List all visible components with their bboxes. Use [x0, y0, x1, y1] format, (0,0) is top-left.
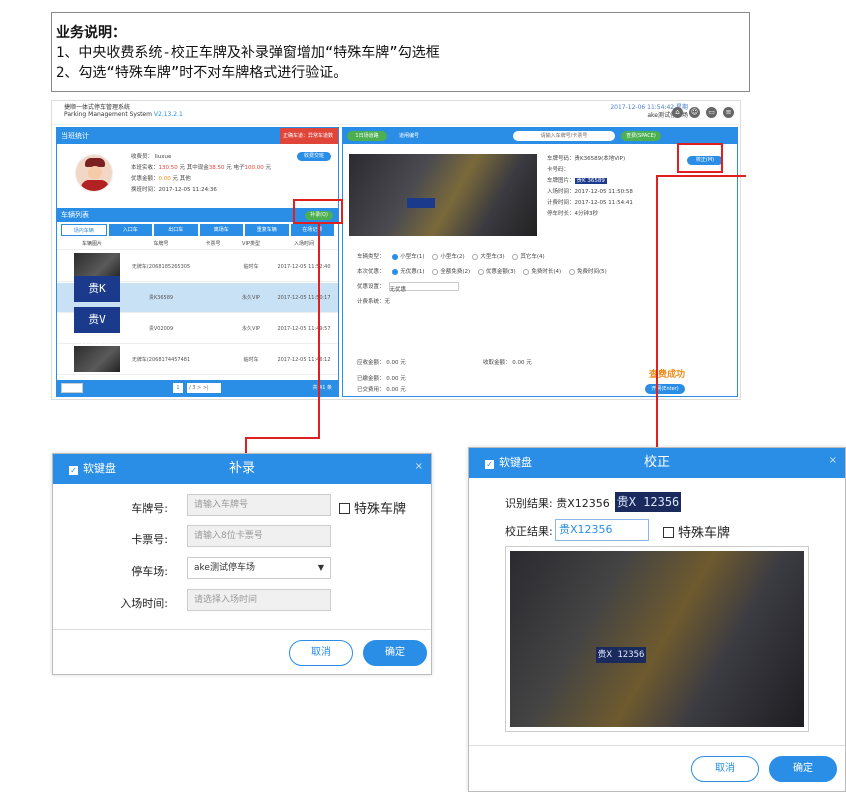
avatar	[75, 154, 113, 192]
gate-tab[interactable]: 道闸编号	[399, 131, 419, 141]
table-row[interactable]: 无牌车(2068174457481 临时车 2017-12-05 11:46:1…	[57, 345, 338, 375]
correction-result-label: 校正结果:	[505, 525, 553, 538]
description-line-1: 1、中央收费系统-校正车牌及补录弹窗增加“特殊车牌”勾选框	[56, 45, 440, 61]
supplement-dialog: ✓ 软键盘 补录 × 车牌号: 请输入车牌号 特殊车牌 卡票号: 请输入8位卡票号…	[52, 453, 432, 675]
recognition-result: 识别结果: 贵X12356	[505, 497, 610, 510]
plate-search-input[interactable]: 请输入车牌号/卡票号	[513, 131, 615, 141]
plate-label: 车牌号:	[131, 502, 168, 515]
shift-handover-button[interactable]: 收费交班	[297, 152, 331, 161]
lot-label: 停车场:	[131, 565, 168, 578]
entry-time-label: 入场时间:	[120, 597, 168, 610]
cancel-button[interactable]: 取消	[289, 640, 353, 666]
photo-plate: 贵X 12356	[596, 647, 646, 663]
correction-input[interactable]: 贵X12356	[555, 519, 649, 541]
menu-icon[interactable]: ≡	[723, 107, 734, 118]
dialog-title: 补录	[228, 461, 255, 476]
tab-entry[interactable]: 入口车	[108, 224, 152, 236]
table-header: 车辆图片 车牌号 卡票号 VIP类型 入场时间	[57, 238, 338, 250]
radio-discount-4[interactable]	[523, 268, 530, 275]
divider	[53, 629, 431, 630]
plate-input[interactable]: 请输入车牌号	[187, 494, 331, 516]
parking-app-window: 捷顺一体式停车管理系统 Parking Management System V2…	[51, 100, 741, 400]
description-line-2: 2、勾选“特殊车牌”时不对车牌格式进行验证。	[56, 65, 348, 81]
supplement-highlight	[293, 199, 343, 224]
confirm-button[interactable]: 确定	[769, 756, 837, 782]
page-size-select[interactable]	[61, 383, 83, 393]
window-icon[interactable]: ▭	[706, 107, 717, 118]
close-icon[interactable]: ×	[415, 461, 423, 472]
lane-button[interactable]: 1日场道路	[347, 131, 387, 141]
radio-vehicle-3[interactable]	[472, 253, 479, 260]
app-name: 捷顺一体式停车管理系统 Parking Management System V2…	[64, 104, 183, 118]
cancel-button[interactable]: 取消	[691, 756, 759, 782]
left-pane: 当班统计 正确车道：异常车道数量： 收费员： liuxue 本班实收：130.5…	[56, 127, 339, 397]
special-plate-checkbox[interactable]: 特殊车牌	[339, 498, 406, 517]
tab-in-lot[interactable]: 场内车辆	[61, 224, 107, 236]
page-number[interactable]: 1	[173, 383, 183, 393]
connector-line	[318, 224, 320, 439]
home-icon[interactable]: ⌂	[672, 107, 683, 118]
vehicle-thumbnail: 贵K 36589	[74, 275, 120, 321]
special-plate-checkbox[interactable]: 特殊车牌	[663, 522, 730, 541]
tab-records[interactable]: 在场记录	[290, 224, 334, 236]
fee-summary: 应收金额： 0.00 元 已缴金额： 0.00 元 已交费用： 0.00 元	[357, 360, 406, 393]
radio-discount-5[interactable]	[568, 268, 575, 275]
entry-time-input[interactable]: 请选择入场时间	[187, 589, 331, 611]
camera-photo-frame: 贵X 12356	[505, 546, 809, 732]
tab-left[interactable]: 离场车	[199, 224, 243, 236]
radio-vehicle-2[interactable]	[432, 253, 439, 260]
table-row[interactable]: 贵V 02009 贵V02009 永久VIP 2017-12-05 11:49:…	[57, 306, 338, 352]
tab-exit[interactable]: 出口车	[154, 224, 198, 236]
close-icon[interactable]: ×	[829, 455, 837, 466]
dialog-header: ✓ 软键盘 补录 ×	[53, 454, 431, 484]
camera-photo: 贵X 12356	[510, 551, 804, 727]
pager: 1 / 3 > >| 共 41 条	[57, 380, 338, 396]
card-input[interactable]: 请输入8位卡票号	[187, 525, 331, 547]
fee-success-text: 查费成功	[649, 370, 686, 380]
vehicle-info: 车牌号码：贵K36589(本地VIP) 卡号码： 车牌图片： 贵K 36589 入…	[547, 156, 633, 217]
radio-vehicle-1[interactable]	[392, 253, 399, 260]
vehicle-tabs: 场内车辆 入口车 出口车 离场车 重复车辆 在场记录	[57, 224, 338, 236]
open-gate-button[interactable]: 开闸(Enter)	[645, 384, 685, 394]
app-top-bar: 捷顺一体式停车管理系统 Parking Management System V2…	[52, 101, 740, 125]
chevron-down-icon: ▼	[317, 563, 324, 572]
fee-form: 车辆类型： 小型车(1) 小型车(2) 大型车(3) 其它车(4) 本次优惠： …	[357, 253, 607, 305]
dialog-title: 校正	[643, 455, 670, 470]
correction-dialog: ✓ 软键盘 校正 × 识别结果: 贵X12356 贵X 12356 校正结果: 贵…	[468, 447, 846, 792]
camera-image	[349, 154, 537, 236]
tab-duplicate[interactable]: 重复车辆	[245, 224, 289, 236]
page-nav[interactable]: / 3 > >|	[187, 383, 221, 393]
pager-total: 共 41 条	[312, 385, 332, 391]
correct-highlight	[677, 143, 723, 173]
plate-image: 贵K 36589	[574, 178, 607, 184]
radio-discount-2[interactable]	[432, 268, 439, 275]
discount-select[interactable]: 无优惠	[388, 282, 459, 293]
connector-line	[656, 175, 658, 447]
radio-discount-1[interactable]	[392, 268, 399, 275]
user-icon[interactable]: ☺	[689, 107, 700, 118]
divider	[469, 745, 845, 746]
connector-line	[656, 175, 746, 177]
recognized-plate-image: 贵X 12356	[615, 492, 681, 512]
radio-discount-3[interactable]	[477, 268, 484, 275]
vehicle-thumbnail	[74, 345, 120, 372]
lot-select[interactable]: ake测试停车场 ▼	[187, 557, 331, 579]
shift-stats-header: 当班统计 正确车道：异常车道数量：	[57, 128, 338, 155]
right-pane-header: 1日场道路 道闸编号 请输入车牌号/卡票号 查费(SPACE)	[343, 128, 737, 144]
connector-line	[245, 437, 320, 439]
confirm-button[interactable]: 确定	[363, 640, 427, 666]
dialog-header: ✓ 软键盘 校正 ×	[469, 448, 845, 478]
check-fee-button[interactable]: 查费(SPACE)	[621, 131, 661, 141]
connector-line	[245, 437, 247, 453]
received-amount: 收取金额： 0.00 元	[483, 360, 532, 366]
card-label: 卡票号:	[131, 533, 168, 546]
abnormal-lanes-badge[interactable]: 正确车道：异常车道数量：	[280, 128, 338, 155]
shift-stats: 收费员： liuxue 本班实收：130.50 元 其中现金38.50 元 电子…	[131, 154, 272, 193]
radio-vehicle-4[interactable]	[512, 253, 519, 260]
vehicle-thumbnail: 贵V 02009	[74, 306, 120, 352]
description-title: 业务说明：	[56, 25, 126, 41]
business-description: 业务说明： 1、中央收费系统-校正车牌及补录弹窗增加“特殊车牌”勾选框 2、勾选…	[51, 12, 750, 92]
